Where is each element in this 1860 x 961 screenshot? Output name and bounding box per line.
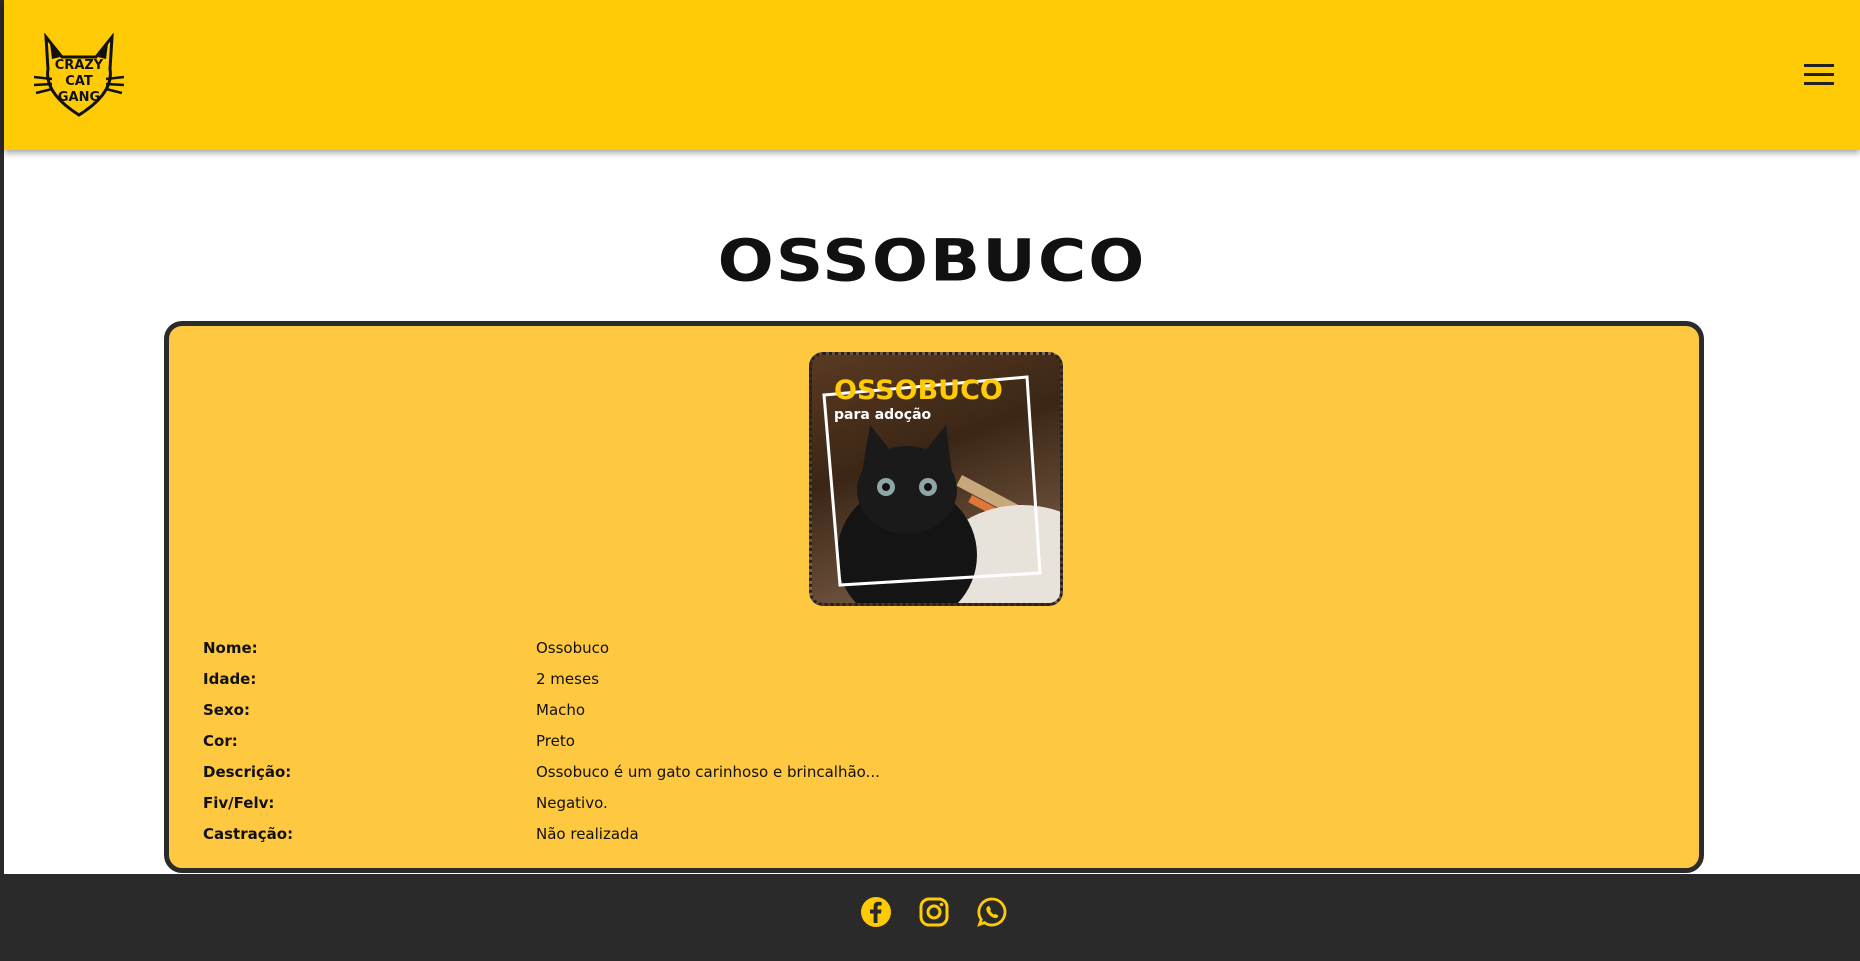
- detail-value: Negativo.: [536, 793, 608, 812]
- detail-value: 2 meses: [536, 669, 600, 688]
- detail-row-idade: Idade: 2 meses: [203, 663, 1603, 694]
- svg-text:CAT: CAT: [65, 74, 93, 89]
- site-header: CRAZY CAT GANG: [4, 0, 1860, 150]
- detail-row-descricao: Descrição: Ossobuco é um gato carinhoso …: [203, 756, 1603, 787]
- detail-value: Não realizada: [536, 824, 639, 843]
- hamburger-menu-icon[interactable]: [1804, 64, 1836, 88]
- site-footer: [4, 874, 1860, 961]
- detail-value: Macho: [536, 700, 586, 719]
- detail-label: Castração:: [203, 824, 294, 843]
- detail-value: Preto: [536, 731, 575, 750]
- crazy-cat-gang-logo[interactable]: CRAZY CAT GANG: [33, 32, 125, 117]
- detail-label: Fiv/Felv:: [203, 793, 275, 812]
- detail-value: Ossobuco: [536, 638, 610, 657]
- detail-row-castracao: Castração: Não realizada: [203, 818, 1603, 849]
- page-title: OSSOBUCO: [717, 226, 1147, 295]
- page: CRAZY CAT GANG OSSOBUCO OSSOBUCO para ad…: [4, 0, 1860, 961]
- detail-label: Sexo:: [203, 700, 250, 719]
- facebook-icon[interactable]: [860, 896, 892, 928]
- pet-photo[interactable]: OSSOBUCO para adoção: [809, 352, 1063, 606]
- svg-text:CRAZY: CRAZY: [55, 58, 104, 73]
- photo-overlay-subtitle: para adoção: [834, 407, 932, 423]
- pet-details: Nome: Ossobuco Idade: 2 meses Sexo: Mach…: [203, 632, 1603, 849]
- detail-row-fiv-felv: Fiv/Felv: Negativo.: [203, 787, 1603, 818]
- photo-overlay-title: OSSOBUCO: [834, 375, 1003, 406]
- detail-label: Descrição:: [203, 762, 292, 781]
- detail-label: Cor:: [203, 731, 238, 750]
- whatsapp-icon[interactable]: [976, 896, 1008, 928]
- instagram-icon[interactable]: [918, 896, 950, 928]
- svg-text:GANG: GANG: [58, 90, 100, 105]
- detail-row-sexo: Sexo: Macho: [203, 694, 1603, 725]
- detail-label: Nome:: [203, 638, 258, 657]
- detail-row-cor: Cor: Preto: [203, 725, 1603, 756]
- detail-value: Ossobuco é um gato carinhoso e brincalhã…: [536, 762, 880, 781]
- detail-label: Idade:: [203, 669, 257, 688]
- detail-row-nome: Nome: Ossobuco: [203, 632, 1603, 663]
- pet-card: OSSOBUCO para adoção Nome: Ossobuco Idad…: [164, 321, 1704, 873]
